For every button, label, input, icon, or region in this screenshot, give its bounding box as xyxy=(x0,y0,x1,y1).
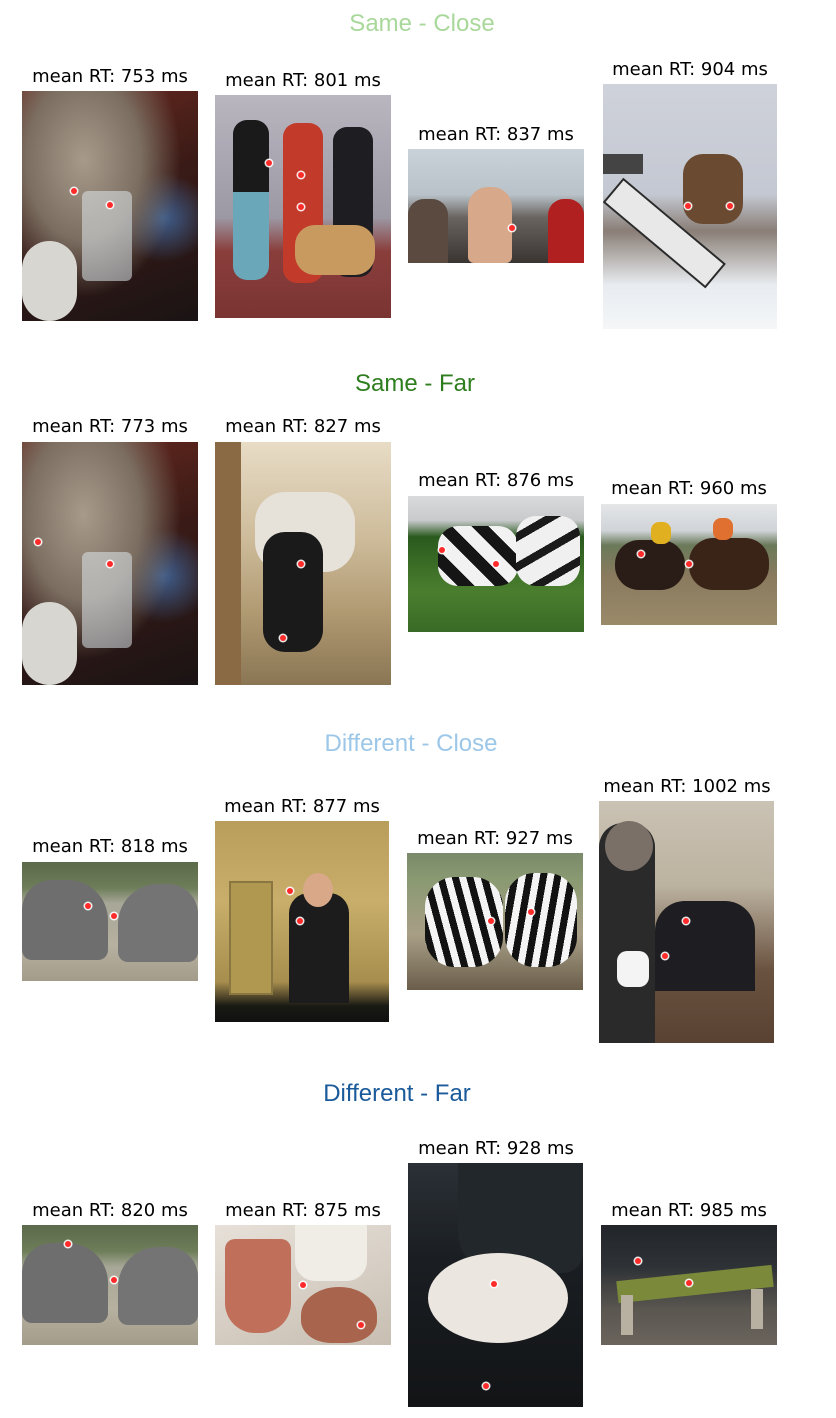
fixation-dot xyxy=(638,551,644,557)
mean-rt-label: mean RT: 820 ms xyxy=(32,1200,188,1221)
stimulus-panel: mean RT: 985 ms xyxy=(601,1200,777,1346)
fixation-dot xyxy=(298,204,304,210)
mean-rt-label: mean RT: 876 ms xyxy=(418,470,574,491)
fixation-dot xyxy=(266,160,272,166)
stimulus-panel: mean RT: 876 ms xyxy=(408,470,584,632)
mean-rt-label: mean RT: 753 ms xyxy=(32,66,188,87)
fixation-dot xyxy=(439,547,445,553)
fixation-dot xyxy=(111,1277,117,1283)
section-title-different-close: Different - Close xyxy=(324,730,498,757)
fixation-dot xyxy=(65,1241,71,1247)
stimulus-photo-horse-race xyxy=(601,504,777,625)
stimulus-photo-clay-pots xyxy=(215,1225,391,1345)
stimulus-panel: mean RT: 801 ms xyxy=(215,70,391,320)
stimulus-photo-snowboarder xyxy=(603,84,777,329)
mean-rt-label: mean RT: 960 ms xyxy=(611,478,767,499)
stimulus-panel: mean RT: 877 ms xyxy=(215,796,389,1022)
fixation-dot xyxy=(528,909,534,915)
stimulus-panel: mean RT: 753 ms xyxy=(22,66,198,322)
fixation-dot xyxy=(287,888,293,894)
fixation-dot xyxy=(107,202,113,208)
fixation-dot xyxy=(297,918,303,924)
stimulus-photo-kitchen-table xyxy=(599,801,774,1043)
stimulus-panel: mean RT: 928 ms xyxy=(408,1138,584,1408)
fixation-dot xyxy=(662,953,668,959)
fixation-dot xyxy=(107,561,113,567)
stimulus-photo-cat-drinking xyxy=(22,91,198,321)
stimulus-panel: mean RT: 875 ms xyxy=(215,1200,391,1346)
stimulus-photo-mirror-selfie xyxy=(215,821,389,1022)
mean-rt-label: mean RT: 827 ms xyxy=(225,416,381,437)
mean-rt-label: mean RT: 985 ms xyxy=(611,1200,767,1221)
fixation-dot xyxy=(635,1258,641,1264)
stimulus-photo-sheep-barn xyxy=(215,442,391,685)
stimulus-photo-cows xyxy=(408,496,584,632)
fixation-dot xyxy=(298,561,304,567)
stimulus-panel: mean RT: 837 ms xyxy=(408,124,584,264)
mean-rt-label: mean RT: 904 ms xyxy=(612,59,768,80)
stimulus-panel: mean RT: 960 ms xyxy=(601,478,777,626)
fixation-dot xyxy=(300,1282,306,1288)
stimulus-panel: mean RT: 904 ms xyxy=(603,59,777,329)
section-title-same-far: Same - Far xyxy=(354,370,476,397)
fixation-dot xyxy=(358,1322,364,1328)
fixation-dot xyxy=(493,561,499,567)
stimulus-panel: mean RT: 818 ms xyxy=(22,836,198,982)
mean-rt-label: mean RT: 927 ms xyxy=(417,828,573,849)
stimulus-photo-crowd xyxy=(408,149,584,263)
mean-rt-label: mean RT: 801 ms xyxy=(225,70,381,91)
section-title-different-far: Different - Far xyxy=(323,1080,471,1107)
stimulus-panel: mean RT: 773 ms xyxy=(22,416,198,686)
fixation-dot xyxy=(491,1281,497,1287)
stimulus-panel: mean RT: 1002 ms xyxy=(599,776,775,1044)
stimulus-photo-park-bench xyxy=(601,1225,777,1345)
fixation-dot xyxy=(71,188,77,194)
fixation-dot xyxy=(685,203,691,209)
fixation-dot xyxy=(35,539,41,545)
stimulus-photo-three-women-dog xyxy=(215,95,391,318)
section-title-same-close: Same - Close xyxy=(349,10,495,37)
fixation-dot xyxy=(727,203,733,209)
mean-rt-label: mean RT: 1002 ms xyxy=(603,776,771,797)
fixation-dot xyxy=(683,918,689,924)
stimulus-photo-cat-drinking xyxy=(22,442,198,685)
fixation-dot xyxy=(686,561,692,567)
mean-rt-label: mean RT: 773 ms xyxy=(32,416,188,437)
fixation-dot xyxy=(483,1383,489,1389)
mean-rt-label: mean RT: 928 ms xyxy=(418,1138,574,1159)
fixation-dot xyxy=(280,635,286,641)
fixation-dot xyxy=(686,1280,692,1286)
mean-rt-label: mean RT: 877 ms xyxy=(224,796,380,817)
mean-rt-label: mean RT: 875 ms xyxy=(225,1200,381,1221)
mean-rt-label: mean RT: 818 ms xyxy=(32,836,188,857)
stimulus-photo-cat-on-chair xyxy=(408,1163,583,1407)
stimulus-photo-elephants xyxy=(22,862,198,981)
stimulus-photo-zebras xyxy=(407,853,583,990)
stimulus-panel: mean RT: 820 ms xyxy=(22,1200,198,1346)
stimulus-panel: mean RT: 927 ms xyxy=(407,828,583,990)
stimulus-panel: mean RT: 827 ms xyxy=(215,416,391,686)
mean-rt-label: mean RT: 837 ms xyxy=(418,124,574,145)
fixation-dot xyxy=(488,918,494,924)
stimulus-photo-elephants xyxy=(22,1225,198,1345)
fixation-dot xyxy=(111,913,117,919)
fixation-dot xyxy=(509,225,515,231)
fixation-dot xyxy=(298,172,304,178)
fixation-dot xyxy=(85,903,91,909)
